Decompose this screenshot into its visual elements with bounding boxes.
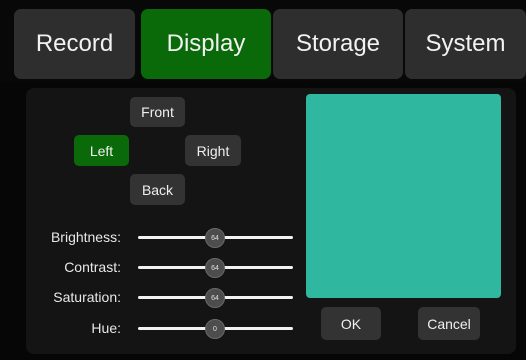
saturation-slider-row: Saturation: 64	[26, 287, 301, 308]
display-panel: Front Left Right Back Brightness: 64 Con…	[26, 88, 516, 354]
ok-button[interactable]: OK	[321, 307, 381, 340]
contrast-slider-track[interactable]: 64	[138, 258, 293, 278]
saturation-label: Saturation:	[53, 289, 121, 305]
brightness-label: Brightness:	[50, 229, 121, 245]
saturation-slider-track[interactable]: 64	[138, 288, 293, 308]
brightness-slider-track[interactable]: 64	[138, 228, 293, 248]
brightness-slider-thumb[interactable]: 64	[205, 228, 225, 248]
tab-display[interactable]: Display	[141, 9, 271, 79]
contrast-label: Contrast:	[64, 259, 121, 275]
front-camera-button[interactable]: Front	[130, 97, 185, 127]
contrast-slider-thumb[interactable]: 64	[205, 258, 225, 278]
tab-bar: Record Display Storage System	[0, 0, 526, 82]
hue-slider-track[interactable]: 0	[138, 319, 293, 339]
cancel-button[interactable]: Cancel	[418, 307, 480, 340]
saturation-slider-thumb[interactable]: 64	[205, 288, 225, 308]
back-camera-button[interactable]: Back	[130, 174, 185, 205]
contrast-slider-row: Contrast: 64	[26, 257, 301, 278]
tab-storage[interactable]: Storage	[273, 9, 403, 79]
brightness-slider-row: Brightness: 64	[26, 227, 301, 248]
hue-slider-thumb[interactable]: 0	[205, 319, 225, 339]
display-settings-screen: Record Display Storage System Front Left…	[0, 0, 526, 360]
tab-system[interactable]: System	[405, 9, 526, 79]
color-preview	[306, 94, 501, 298]
hue-label: Hue:	[91, 320, 121, 336]
hue-slider-row: Hue: 0	[26, 318, 301, 339]
left-camera-button[interactable]: Left	[74, 135, 129, 166]
right-camera-button[interactable]: Right	[185, 135, 241, 166]
tab-record[interactable]: Record	[14, 9, 135, 79]
